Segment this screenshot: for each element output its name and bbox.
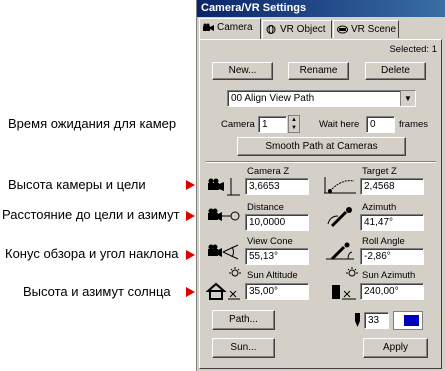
distance-field[interactable]: 10,0000: [245, 214, 309, 231]
azimuth-field[interactable]: 41,47°: [360, 214, 424, 231]
house-sun-icon: [206, 282, 240, 300]
view-cone-icon: [208, 244, 239, 260]
apply-button[interactable]: Apply: [363, 338, 428, 358]
wait-frames-field[interactable]: 0: [366, 116, 395, 133]
arrow-sun: [186, 287, 195, 297]
new-button[interactable]: New...: [212, 62, 273, 80]
tab-camera-label: Camera: [217, 22, 253, 33]
arrow-view-cone: [186, 250, 195, 260]
frames-label: frames: [399, 119, 429, 130]
color-swatch-fill: [404, 315, 419, 326]
target-height-icon: [324, 177, 356, 194]
target-z-field[interactable]: 2,4568: [360, 178, 424, 195]
camera-height-icon: [208, 178, 240, 196]
annotation-sun: Высота и азимут солнца: [23, 284, 171, 299]
camera-vr-settings-window: Camera/VR Settings Camera VR Object VR S…: [196, 0, 445, 371]
camera-z-field[interactable]: 3,6653: [245, 178, 309, 195]
camera-z-label: Camera Z: [247, 166, 290, 177]
distance-icon: [208, 208, 240, 221]
camera-number-field[interactable]: 1: [258, 116, 287, 133]
annotation-camera-height: Высота камеры и цели: [8, 177, 146, 192]
tab-vr-object-label: VR Object: [280, 24, 326, 35]
sun-icon: [229, 267, 241, 277]
tab-vr-scene-label: VR Scene: [351, 24, 397, 35]
annotation-distance-azimuth: Расстояние до цели и азимут: [2, 207, 180, 222]
stepper-down-icon: ▼: [291, 125, 297, 131]
stepper-up-icon: ▲: [291, 117, 297, 123]
path-button[interactable]: Path...: [212, 310, 275, 330]
sun-icon: [346, 267, 358, 277]
color-swatch[interactable]: [393, 311, 423, 330]
pen-icon: [355, 313, 360, 327]
sun-azimuth-label: Sun Azimuth: [362, 270, 416, 281]
camera-select[interactable]: 00 Align View Path ▼: [227, 90, 416, 107]
building-compass-icon: [332, 285, 356, 300]
camera-label: Camera: [221, 119, 255, 130]
target-z-label: Target Z: [362, 166, 397, 177]
smooth-path-button[interactable]: Smooth Path at Cameras: [237, 137, 406, 156]
sun-altitude-field[interactable]: 35,00°: [245, 283, 309, 300]
divider: [206, 161, 436, 163]
roll-angle-field[interactable]: -2,86°: [360, 248, 424, 265]
sun-button[interactable]: Sun...: [212, 338, 275, 358]
tab-camera[interactable]: Camera: [199, 18, 261, 39]
camera-icon: [203, 23, 214, 31]
camera-select-value: 00 Align View Path: [231, 93, 315, 104]
tab-vr-object[interactable]: VR Object: [262, 20, 332, 38]
annotation-wait-time: Время ожидания для камер: [8, 116, 177, 131]
camera-number-stepper[interactable]: ▲ ▼: [288, 115, 300, 133]
sun-altitude-label: Sun Altitude: [247, 270, 298, 281]
roll-angle-label: Roll Angle: [362, 236, 405, 247]
window-title: Camera/VR Settings: [197, 0, 445, 17]
view-cone-label: View Cone: [247, 236, 293, 247]
delete-button[interactable]: Delete: [365, 62, 426, 80]
annotation-view-cone: Конус обзора и угол наклона: [5, 246, 179, 261]
azimuth-icon: [327, 207, 352, 228]
globe-icon: [266, 25, 276, 34]
rename-button[interactable]: Rename: [288, 62, 349, 80]
sun-azimuth-field[interactable]: 240,00°: [360, 283, 424, 300]
roll-angle-icon: [326, 242, 354, 261]
tab-vr-scene[interactable]: VR Scene: [333, 20, 399, 38]
arrow-distance: [186, 211, 195, 221]
arrow-camera-height: [186, 180, 195, 190]
camera-panel: Selected: 1 New... Rename Delete 00 Alig…: [199, 39, 442, 369]
pen-size-field[interactable]: 33: [364, 312, 389, 329]
distance-label: Distance: [247, 202, 284, 213]
selected-count: Selected: 1: [389, 44, 437, 55]
panorama-icon: [337, 25, 348, 34]
view-cone-field[interactable]: 55,13°: [245, 248, 309, 265]
azimuth-label: Azimuth: [362, 202, 397, 213]
wait-here-label: Wait here: [319, 119, 360, 130]
chevron-down-icon: ▼: [400, 91, 415, 106]
